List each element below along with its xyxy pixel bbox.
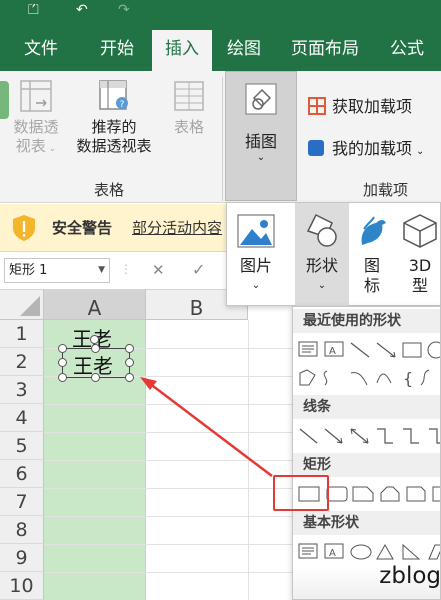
warning-message-link[interactable]: 部分活动内容 bbox=[132, 217, 222, 238]
resize-handle[interactable] bbox=[58, 373, 67, 382]
row-header[interactable]: 4 bbox=[0, 404, 44, 432]
svg-text:A: A bbox=[329, 346, 336, 357]
picture-icon bbox=[237, 214, 275, 248]
gridline bbox=[248, 320, 249, 600]
illustrations-label: 插图 bbox=[244, 132, 277, 151]
resize-handle[interactable] bbox=[125, 373, 134, 382]
row-header[interactable]: 5 bbox=[0, 432, 44, 460]
table-icon bbox=[174, 81, 204, 111]
row-header[interactable]: 7 bbox=[0, 488, 44, 516]
svg-text:{: { bbox=[403, 369, 413, 388]
row-header[interactable]: 10 bbox=[0, 572, 44, 600]
column-header-a[interactable]: A bbox=[44, 290, 146, 320]
icons-bird-icon bbox=[361, 216, 386, 245]
watermark: zblog bbox=[379, 563, 441, 589]
resize-handle[interactable] bbox=[125, 358, 134, 367]
row-header[interactable]: 8 bbox=[0, 516, 44, 544]
recent-shapes-row-1[interactable]: A bbox=[297, 339, 440, 361]
ribbon-tab-bar: 文件 开始 插入 绘图 页面布局 公式 bbox=[0, 30, 441, 71]
tab-home[interactable]: 开始 bbox=[86, 30, 148, 71]
row-header[interactable]: 2 bbox=[0, 348, 44, 376]
recent-shapes-icons: { bbox=[299, 369, 430, 388]
svg-text:?: ? bbox=[120, 100, 125, 110]
get-addins-button[interactable]: 获取加载项 bbox=[308, 93, 412, 117]
rectangle-shape-highlight bbox=[273, 475, 329, 511]
chevron-down-icon: ⌄ bbox=[317, 280, 327, 291]
recent-shapes-row-2[interactable]: { bbox=[297, 367, 440, 389]
select-all-triangle-icon bbox=[20, 296, 40, 316]
row-header[interactable]: 9 bbox=[0, 544, 44, 572]
ribbon: 数据透 视表 ⌄ ? 推荐的 数据透视表 表格 表格 获取加载项 我的加载项⌄ bbox=[0, 71, 441, 203]
pictures-button[interactable]: 图片 ⌄ bbox=[229, 203, 283, 307]
recommended-pivot-icon: ? bbox=[99, 80, 128, 110]
group-label-addins: 加载项 bbox=[363, 181, 409, 199]
tab-file[interactable]: 文件 bbox=[10, 30, 72, 71]
chevron-down-icon: ▼ bbox=[98, 265, 105, 275]
chevron-down-icon: ⌄ bbox=[251, 280, 261, 291]
shapes-button[interactable]: 形状 ⌄ bbox=[295, 203, 349, 307]
row-header[interactable]: 1 bbox=[0, 320, 44, 348]
store-icon bbox=[308, 97, 326, 115]
row-header[interactable]: 6 bbox=[0, 460, 44, 488]
enter-icon[interactable]: ✓ bbox=[192, 260, 205, 279]
section-lines: 线条 bbox=[293, 395, 440, 419]
resize-handle[interactable] bbox=[58, 344, 67, 353]
ribbon-separator bbox=[222, 77, 223, 201]
section-recent-shapes: 最近使用的形状 bbox=[293, 309, 440, 333]
resize-handle[interactable] bbox=[125, 344, 134, 353]
warning-title: 安全警告 bbox=[52, 219, 113, 237]
my-addins-button[interactable]: 我的加载项 ⌄ bbox=[308, 135, 424, 159]
select-all-corner[interactable] bbox=[0, 290, 44, 320]
tab-draw[interactable]: 绘图 bbox=[214, 30, 274, 71]
row-header[interactable]: 3 bbox=[0, 376, 44, 404]
recent-shapes-icons: A bbox=[298, 341, 440, 359]
chevron-down-icon: ⌄ bbox=[256, 152, 266, 163]
shield-warning-icon bbox=[13, 215, 35, 241]
pivot-table-icon bbox=[20, 80, 52, 112]
3d-cube-icon bbox=[403, 214, 437, 248]
icons-button[interactable]: 图 标 bbox=[351, 203, 393, 307]
basic-shapes-icons: A bbox=[298, 543, 440, 560]
recommended-pivot-button[interactable]: ? 推荐的 数据透视表 bbox=[66, 79, 162, 156]
resize-handle[interactable] bbox=[58, 358, 67, 367]
redo-icon[interactable]: ↷ bbox=[118, 2, 130, 18]
shapes-icon bbox=[306, 213, 337, 247]
cancel-icon[interactable]: ✕ bbox=[152, 261, 165, 279]
table-button[interactable]: 表格 bbox=[164, 79, 214, 137]
illustrations-icon bbox=[245, 83, 277, 115]
more-options-icon: ⋮ bbox=[120, 262, 132, 276]
addin-puzzle-icon bbox=[308, 140, 324, 156]
tab-page-layout[interactable]: 页面布局 bbox=[282, 30, 368, 71]
basic-shapes-row[interactable]: A bbox=[297, 541, 440, 563]
section-basic-shapes: 基本形状 bbox=[293, 511, 440, 535]
3d-models-button[interactable]: 3D 型 bbox=[399, 203, 441, 307]
rotate-handle[interactable] bbox=[90, 335, 99, 344]
lines-row[interactable] bbox=[297, 425, 440, 447]
illustrations-dropdown: 图片 ⌄ 形状 ⌄ 图 标 3D 型 bbox=[226, 202, 441, 307]
svg-text:A: A bbox=[329, 548, 336, 559]
pivot-table-button[interactable]: 数据透 视表 ⌄ bbox=[8, 79, 64, 159]
title-bar: ⏍ ↶ ↷ bbox=[0, 0, 441, 30]
tab-insert[interactable]: 插入 bbox=[152, 30, 212, 71]
resize-handle[interactable] bbox=[91, 344, 100, 353]
tab-formulas[interactable]: 公式 bbox=[376, 30, 438, 71]
chevron-down-icon: ⌄ bbox=[416, 146, 425, 157]
line-shapes-icons bbox=[299, 428, 440, 444]
group-label-tables: 表格 bbox=[94, 181, 125, 199]
undo-icon[interactable]: ↶ bbox=[76, 2, 88, 18]
name-box[interactable]: 矩形 1 ▼ bbox=[4, 258, 110, 283]
illustrations-button[interactable]: 插图 ⌄ bbox=[225, 71, 297, 201]
save-icon[interactable]: ⏍ bbox=[28, 2, 39, 18]
shapes-gallery: 最近使用的形状 A { 线条 矩形 基本形状 A bbox=[292, 306, 441, 600]
section-rectangles: 矩形 bbox=[293, 453, 440, 477]
resize-handle[interactable] bbox=[91, 373, 100, 382]
